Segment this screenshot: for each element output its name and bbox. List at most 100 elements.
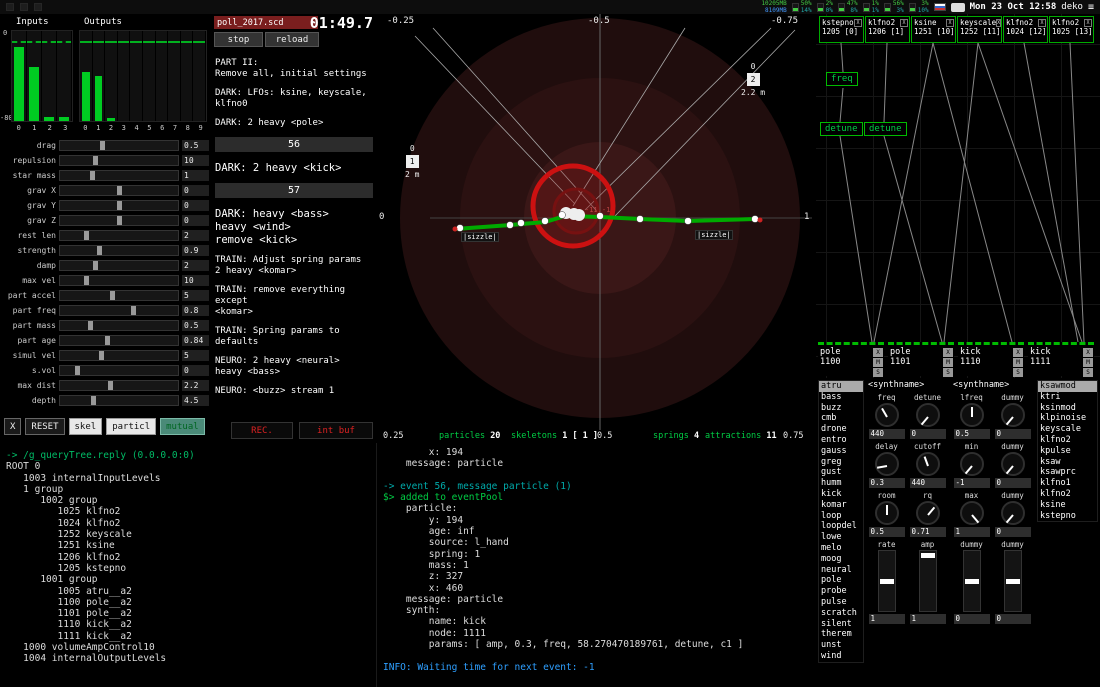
app-icon[interactable] — [20, 3, 28, 11]
score-entries[interactable]: PART II: Remove all, initial settings DAR… — [215, 58, 373, 405]
synth-list-item-scratch[interactable]: scratch — [819, 608, 863, 619]
slider-handle[interactable] — [117, 186, 122, 195]
toggle-m[interactable]: M — [943, 358, 953, 367]
knob-dummy[interactable] — [1001, 452, 1025, 476]
slider-handle[interactable] — [110, 291, 115, 300]
app-icon[interactable] — [34, 3, 42, 11]
score-entry[interactable]: NEURO: <buzz> stream 1 — [215, 386, 373, 397]
reload-button[interactable]: reload — [265, 32, 319, 47]
kgen-box-ksine[interactable]: ksineX1251 [10] — [911, 16, 956, 43]
slider-star-mass[interactable] — [59, 170, 179, 181]
node-tree-terminal[interactable]: -> /g_queryTree.reply (0.0.0.0:0)ROOT 0 … — [0, 446, 376, 687]
menubar-clock[interactable]: Mon 23 Oct 12:58 — [970, 2, 1057, 12]
slider-part-accel[interactable] — [59, 290, 179, 301]
knob-dummy[interactable] — [1001, 403, 1025, 427]
button-particl[interactable]: particl — [106, 418, 156, 435]
fader-amp[interactable] — [919, 550, 937, 612]
slider-depth[interactable] — [59, 395, 179, 406]
button-x[interactable]: X — [4, 418, 21, 435]
slider-grav-Y[interactable] — [59, 200, 179, 211]
knob-room[interactable] — [875, 501, 899, 525]
slider-max-dist[interactable] — [59, 380, 179, 391]
slider-handle[interactable] — [105, 336, 110, 345]
score-entry[interactable]: PART II: Remove all, initial settings — [215, 58, 373, 80]
synth-list-item-lowe[interactable]: lowe — [819, 532, 863, 543]
fader-handle[interactable] — [1006, 579, 1020, 584]
slider-strength[interactable] — [59, 245, 179, 256]
kgen-list-item-kpulse[interactable]: kpulse — [1038, 446, 1097, 457]
knob-min[interactable] — [960, 452, 984, 476]
param-box-freq[interactable]: freq — [826, 72, 858, 86]
fader-rate[interactable] — [878, 550, 896, 612]
toggle-x[interactable]: X — [943, 348, 953, 357]
toggle-m[interactable]: M — [873, 358, 883, 367]
knob-max[interactable] — [960, 501, 984, 525]
fader-handle[interactable] — [965, 579, 979, 584]
synth-list-item-buzz[interactable]: buzz — [819, 403, 863, 414]
slider-damp[interactable] — [59, 260, 179, 271]
slider-max-vel[interactable] — [59, 275, 179, 286]
synth-box-kick-1111[interactable]: kick1111XMS — [1028, 342, 1094, 376]
score-entry[interactable]: TRAIN: Spring params to defaults — [215, 326, 373, 348]
slider-handle[interactable] — [97, 246, 102, 255]
synth-list-item-probe[interactable]: probe — [819, 586, 863, 597]
close-icon[interactable]: X — [900, 19, 908, 27]
slider-handle[interactable] — [75, 366, 80, 375]
slider-part-freq[interactable] — [59, 305, 179, 316]
slider-handle[interactable] — [84, 276, 89, 285]
synth-list-item-cmb[interactable]: cmb — [819, 413, 863, 424]
kgen-list-item-klfno2[interactable]: klfno2 — [1038, 435, 1097, 446]
kgen-list[interactable]: ksawmodktriksinmodklpinoisekeyscaleklfno… — [1037, 380, 1098, 522]
close-icon[interactable]: X — [854, 19, 862, 27]
slider-handle[interactable] — [93, 156, 98, 165]
score-entry[interactable]: TRAIN: remove everything except <komar> — [215, 285, 373, 318]
score-entry[interactable]: DARK: heavy <bass> heavy <wind> remove <… — [215, 208, 373, 247]
score-entry[interactable]: NEURO: 2 heavy <neural> heavy <bass> — [215, 356, 373, 378]
slider-repulsion[interactable] — [59, 155, 179, 166]
kgen-list-item-klfno2[interactable]: klfno2 — [1038, 489, 1097, 500]
score-marker[interactable]: 57 — [215, 183, 373, 198]
close-icon[interactable]: X — [996, 19, 1001, 27]
kgen-list-item-ksaw[interactable]: ksaw — [1038, 457, 1097, 468]
synth-list-item-loopdel[interactable]: loopdel — [819, 521, 863, 532]
slider-handle[interactable] — [99, 351, 104, 360]
kgen-box-kstepno[interactable]: kstepnoX1205 [0] — [819, 16, 864, 43]
synth-list-item-neural[interactable]: neural — [819, 565, 863, 576]
slider-grav-X[interactable] — [59, 185, 179, 196]
menubar-badge-icon[interactable] — [951, 3, 965, 12]
slider-handle[interactable] — [88, 321, 93, 330]
close-icon[interactable]: X — [1084, 19, 1092, 27]
slider-handle[interactable] — [117, 216, 122, 225]
param-box-detune[interactable]: detune — [820, 122, 863, 136]
slider-part-mass[interactable] — [59, 320, 179, 331]
slider-handle[interactable] — [91, 396, 96, 405]
fader-handle[interactable] — [880, 579, 894, 584]
button-skel[interactable]: skel — [69, 418, 103, 435]
synth-list-item-therem[interactable]: therem — [819, 629, 863, 640]
synth-box-pole-1101[interactable]: pole1101XMS — [888, 342, 954, 376]
fader-handle[interactable] — [921, 553, 935, 558]
score-entry[interactable]: DARK: LFOs: ksine, keyscale, klfno0 — [215, 88, 373, 110]
kgen-list-item-ksinmod[interactable]: ksinmod — [1038, 403, 1097, 414]
synth-list-item-bass[interactable]: bass — [819, 392, 863, 403]
synth-list-item-entro[interactable]: entro — [819, 435, 863, 446]
score-marker[interactable]: 56 — [215, 137, 373, 152]
kgen-list-item-keyscale[interactable]: keyscale — [1038, 424, 1097, 435]
toggle-m[interactable]: M — [1013, 358, 1023, 367]
app-icon[interactable] — [6, 3, 14, 11]
slider-handle[interactable] — [131, 306, 136, 315]
toggle-s[interactable]: S — [1083, 368, 1093, 377]
score-file-dropdown[interactable]: poll_2017.scd ▾ — [214, 16, 318, 29]
synth-list-item-gauss[interactable]: gauss — [819, 446, 863, 457]
close-icon[interactable]: X — [946, 19, 954, 27]
slider-part-age[interactable] — [59, 335, 179, 346]
close-icon[interactable]: X — [1038, 19, 1046, 27]
synth-list-item-melo[interactable]: melo — [819, 543, 863, 554]
score-entry[interactable]: TRAIN: Adjust spring params 2 heavy <kom… — [215, 255, 373, 277]
synth-list-item-silent[interactable]: silent — [819, 619, 863, 630]
synth-list-item-kick[interactable]: kick — [819, 489, 863, 500]
toggle-s[interactable]: S — [943, 368, 953, 377]
kgen-list-item-ksawmod[interactable]: ksawmod — [1038, 381, 1097, 392]
slider-rest-len[interactable] — [59, 230, 179, 241]
button-reset[interactable]: RESET — [25, 418, 64, 435]
